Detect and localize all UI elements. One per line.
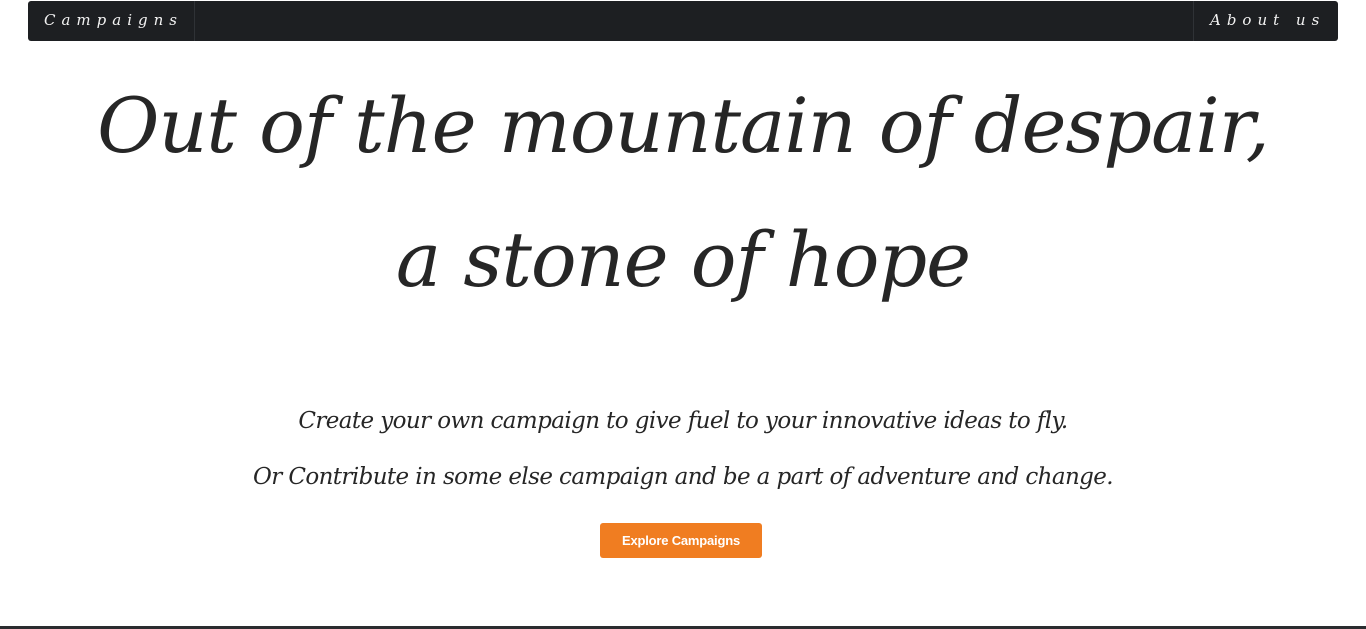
hero-subtitle-line2: Or Contribute in some else campaign and … xyxy=(252,464,1114,490)
nav-about-us-link[interactable]: About us xyxy=(1193,1,1338,41)
hero-headline-line2: a stone of hope xyxy=(395,215,971,304)
explore-campaigns-button[interactable]: Explore Campaigns xyxy=(600,523,762,558)
nav-campaigns-link[interactable]: Campaigns xyxy=(28,1,195,41)
top-navbar: Campaigns About us xyxy=(28,1,1338,41)
hero-headline-line1: Out of the mountain of despair, xyxy=(97,81,1270,170)
hero-subtitle-line1: Create your own campaign to give fuel to… xyxy=(298,408,1068,434)
